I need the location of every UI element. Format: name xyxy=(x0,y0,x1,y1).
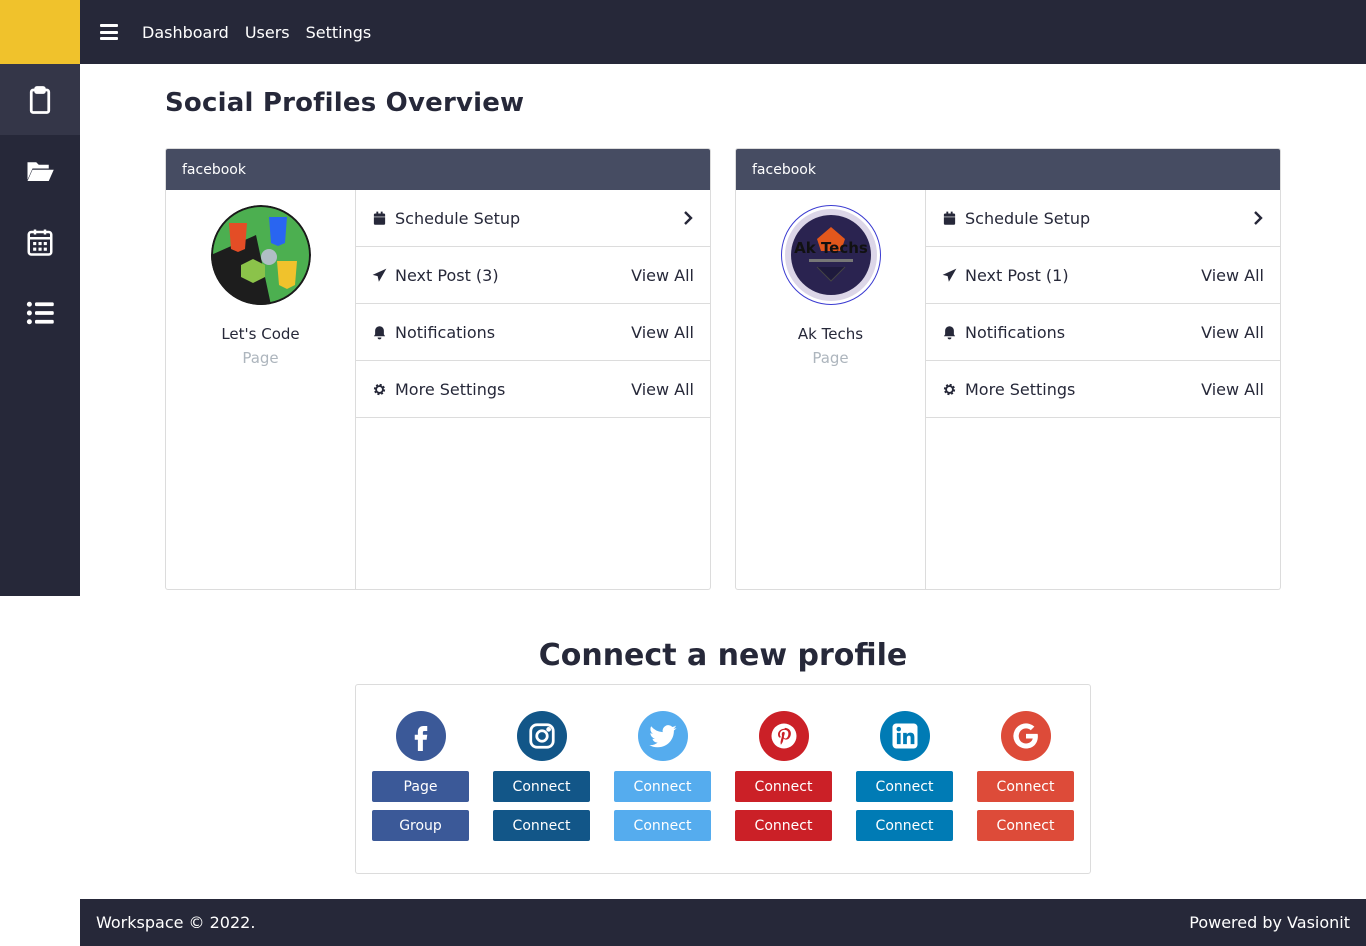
profile-name: Let's Code xyxy=(221,325,300,343)
clipboard-icon xyxy=(29,85,51,114)
profile-type: Page xyxy=(812,349,849,367)
menu-toggle-icon[interactable] xyxy=(100,24,118,40)
google-icon[interactable] xyxy=(1000,711,1051,761)
card-header-network: facebook xyxy=(736,149,1280,190)
bell-icon xyxy=(943,325,956,339)
folder-open-icon xyxy=(27,161,54,181)
sidebar xyxy=(0,64,80,596)
view-all-link[interactable]: View All xyxy=(1201,323,1264,342)
nav-link-users[interactable]: Users xyxy=(245,23,290,42)
calendar-icon xyxy=(943,211,956,225)
paper-plane-icon xyxy=(372,268,387,282)
connect-twitter-button[interactable]: Connect xyxy=(614,771,711,802)
page-title: Social Profiles Overview xyxy=(165,88,525,118)
menu-row-notifications[interactable]: Notifications View All xyxy=(926,304,1280,361)
connect-linkedin-button[interactable]: Connect xyxy=(856,771,953,802)
profile-name: Ak Techs xyxy=(797,325,864,343)
chevron-right-icon[interactable] xyxy=(682,210,694,226)
menu-row-schedule-setup[interactable]: Schedule Setup xyxy=(356,190,710,247)
pinterest-icon[interactable] xyxy=(758,711,809,761)
menu-row-notifications[interactable]: Notifications View All xyxy=(356,304,710,361)
connect-twitter-button[interactable]: Connect xyxy=(614,810,711,841)
connect-networks-panel: Page Group Connect Connect Connect Conne… xyxy=(355,684,1091,874)
calendar-icon xyxy=(27,229,53,256)
profile-card: facebook Ak Techs Ak Techs Page Schedule… xyxy=(735,148,1281,590)
menu-row-more-settings[interactable]: More Settings View All xyxy=(926,361,1280,418)
nav-link-settings[interactable]: Settings xyxy=(306,23,372,42)
menu-label: Notifications xyxy=(965,322,1066,342)
footer-copyright: Workspace © 2022. xyxy=(96,913,256,932)
menu-label: More Settings xyxy=(395,379,506,399)
avatar[interactable]: Ak Techs xyxy=(780,205,881,305)
connect-pinterest-button[interactable]: Connect xyxy=(735,771,832,802)
menu-row-next-post[interactable]: Next Post (3) View All xyxy=(356,247,710,304)
network-google: Connect Connect xyxy=(977,711,1074,873)
connect-facebook-page-button[interactable]: Page xyxy=(372,771,469,802)
menu-label: Schedule Setup xyxy=(395,208,521,228)
connect-linkedin-button[interactable]: Connect xyxy=(856,810,953,841)
menu-row-next-post[interactable]: Next Post (1) View All xyxy=(926,247,1280,304)
network-twitter: Connect Connect xyxy=(614,711,711,873)
calendar-icon xyxy=(373,211,386,225)
card-header-network: facebook xyxy=(166,149,710,190)
view-all-link[interactable]: View All xyxy=(1201,266,1264,285)
linkedin-icon[interactable] xyxy=(879,711,930,761)
menu-label: Schedule Setup xyxy=(965,208,1091,228)
view-all-link[interactable]: View All xyxy=(1201,380,1264,399)
twitter-icon[interactable] xyxy=(637,711,688,761)
menu-label: Next Post (3) xyxy=(395,265,499,285)
network-facebook: Page Group xyxy=(372,711,469,873)
avatar[interactable] xyxy=(210,205,311,305)
network-pinterest: Connect Connect xyxy=(735,711,832,873)
chevron-right-icon[interactable] xyxy=(1252,210,1264,226)
profile-card: facebook Let's Code Page Schedule Setup … xyxy=(165,148,711,590)
profile-menu: Schedule Setup Next Post (3) View All No… xyxy=(356,190,710,589)
menu-row-more-settings[interactable]: More Settings View All xyxy=(356,361,710,418)
facebook-icon[interactable] xyxy=(395,711,446,761)
avatar-brand-text: Ak Techs xyxy=(794,239,868,257)
network-instagram: Connect Connect xyxy=(493,711,590,873)
paper-plane-icon xyxy=(942,268,957,282)
list-icon xyxy=(26,301,54,324)
connect-google-button[interactable]: Connect xyxy=(977,810,1074,841)
connect-facebook-group-button[interactable]: Group xyxy=(372,810,469,841)
footer: Workspace © 2022. Powered by Vasionit xyxy=(80,899,1366,946)
view-all-link[interactable]: View All xyxy=(631,380,694,399)
connect-section-title: Connect a new profile xyxy=(538,638,908,673)
connect-instagram-button[interactable]: Connect xyxy=(493,810,590,841)
top-navbar: Dashboard Users Settings xyxy=(80,0,1366,64)
view-all-link[interactable]: View All xyxy=(631,266,694,285)
connect-instagram-button[interactable]: Connect xyxy=(493,771,590,802)
view-all-link[interactable]: View All xyxy=(631,323,694,342)
menu-row-schedule-setup[interactable]: Schedule Setup xyxy=(926,190,1280,247)
bell-icon xyxy=(373,325,386,339)
network-linkedin: Connect Connect xyxy=(856,711,953,873)
profile-summary: Ak Techs Ak Techs Page xyxy=(736,190,926,589)
nav-link-dashboard[interactable]: Dashboard xyxy=(142,23,229,42)
brand-logo-box[interactable] xyxy=(0,0,80,64)
footer-powered-by[interactable]: Powered by Vasionit xyxy=(1189,913,1350,932)
sidebar-item-clipboard[interactable] xyxy=(0,64,80,135)
gear-icon xyxy=(373,383,386,395)
sidebar-item-list[interactable] xyxy=(0,277,80,348)
menu-label: Notifications xyxy=(395,322,496,342)
connect-google-button[interactable]: Connect xyxy=(977,771,1074,802)
profile-type: Page xyxy=(242,349,279,367)
gear-icon xyxy=(943,383,956,395)
sidebar-item-folder[interactable] xyxy=(0,135,80,206)
profile-summary: Let's Code Page xyxy=(166,190,356,589)
sidebar-item-calendar[interactable] xyxy=(0,206,80,277)
connect-pinterest-button[interactable]: Connect xyxy=(735,810,832,841)
profile-menu: Schedule Setup Next Post (1) View All No… xyxy=(926,190,1280,589)
menu-label: More Settings xyxy=(965,379,1076,399)
instagram-icon[interactable] xyxy=(516,711,567,761)
menu-label: Next Post (1) xyxy=(965,265,1069,285)
